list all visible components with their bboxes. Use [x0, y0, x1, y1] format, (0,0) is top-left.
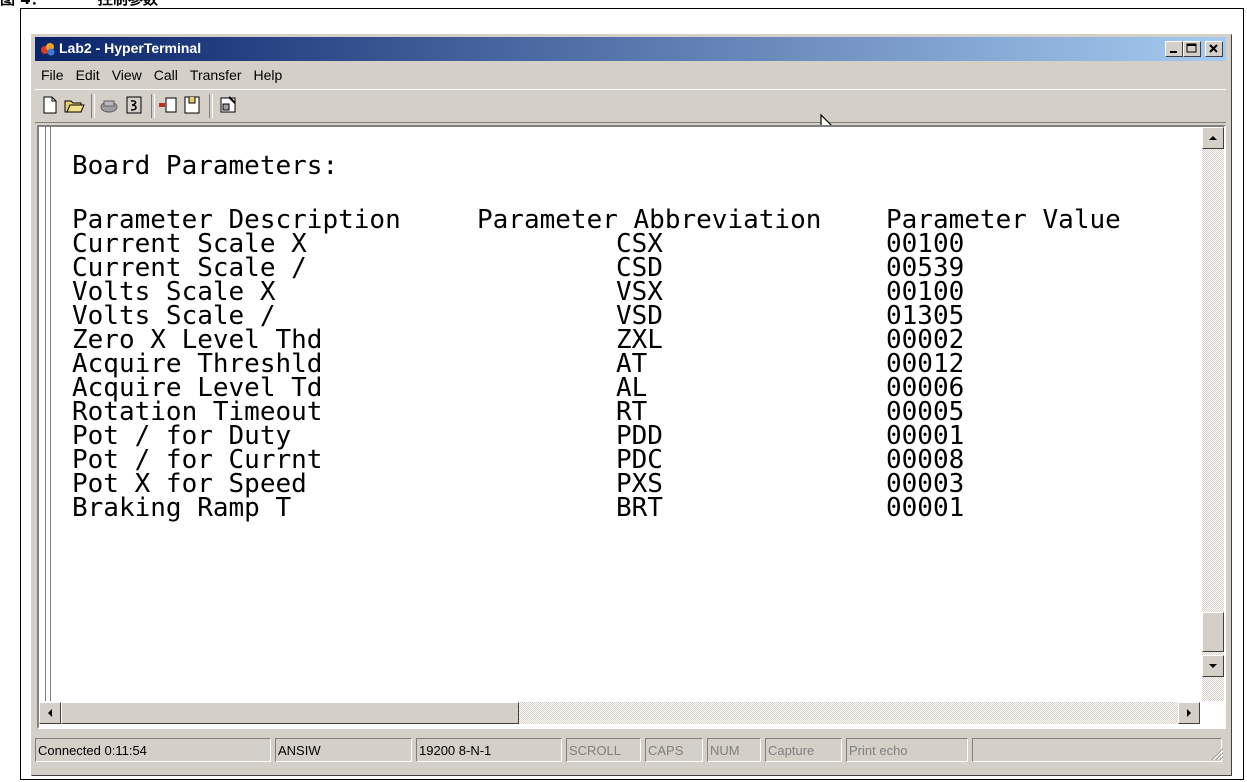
maximize-icon: [1186, 43, 1197, 53]
scroll-up-button[interactable]: [1202, 127, 1224, 149]
status-port-settings: 19200 8-N-1: [416, 738, 562, 762]
arrow-right-icon: [1187, 709, 1191, 717]
terminal-screen[interactable]: Board Parameters: Parameter Description …: [39, 127, 1200, 701]
arrow-left-icon: [48, 709, 52, 717]
menu-bar: File Edit View Call Transfer Help: [35, 65, 1226, 87]
vertical-scrollbar[interactable]: [1202, 127, 1224, 701]
status-scroll: SCROLL: [566, 738, 641, 762]
properties-icon[interactable]: [217, 94, 239, 116]
scroll-down-button[interactable]: [1202, 655, 1224, 677]
close-icon: [1209, 44, 1218, 53]
toolbar: [35, 89, 1226, 123]
close-button[interactable]: [1205, 41, 1223, 57]
toolbar-separator: [209, 94, 213, 118]
scroll-right-button[interactable]: [1178, 702, 1200, 724]
window-title: Lab2 - HyperTerminal: [59, 40, 202, 56]
terminal-gutter: [45, 127, 51, 701]
terminal-heading: Board Parameters:: [72, 151, 339, 181]
vertical-scroll-thumb[interactable]: [1202, 612, 1224, 652]
send-icon[interactable]: [157, 94, 179, 116]
menu-help[interactable]: Help: [248, 65, 289, 83]
param-description: Braking Ramp T: [72, 493, 292, 523]
status-connected-time: Connected 0:11:54: [35, 738, 271, 762]
arrow-down-icon: [1209, 664, 1217, 668]
terminal-client-area: Board Parameters: Parameter Description …: [37, 125, 1226, 729]
new-connection-icon[interactable]: [39, 94, 61, 116]
param-value: 00001: [886, 493, 965, 523]
status-capture: Capture: [765, 738, 842, 762]
receive-icon[interactable]: [182, 94, 204, 116]
menu-file[interactable]: File: [35, 65, 70, 83]
menu-view[interactable]: View: [106, 65, 148, 83]
status-print-echo: Print echo: [846, 738, 968, 762]
param-abbreviation: BRT: [616, 493, 663, 523]
dial-icon[interactable]: [123, 94, 145, 116]
scroll-left-button[interactable]: [39, 702, 61, 724]
minimize-button[interactable]: [1165, 41, 1183, 57]
disconnect-icon[interactable]: [98, 94, 120, 116]
status-emulation: ANSIW: [275, 738, 412, 762]
toolbar-separator: [91, 94, 95, 118]
open-icon[interactable]: [63, 94, 85, 116]
menu-call[interactable]: Call: [148, 65, 184, 83]
status-caps: CAPS: [645, 738, 703, 762]
minimize-icon: [1170, 51, 1177, 53]
horizontal-scroll-thumb[interactable]: [61, 702, 519, 724]
arrow-up-icon: [1209, 136, 1217, 140]
resize-grip-icon[interactable]: [1210, 747, 1224, 761]
status-empty-panel: [972, 738, 1222, 762]
maximize-button[interactable]: [1183, 41, 1201, 57]
hyperterminal-window: Lab2 - HyperTerminal File Edit View Call Tra…: [31, 34, 1232, 776]
status-num: NUM: [707, 738, 761, 762]
status-bar: Connected 0:11:54 ANSIW 19200 8-N-1 SCRO…: [35, 735, 1226, 765]
hyperterminal-app-icon: [41, 43, 55, 56]
menu-transfer[interactable]: Transfer: [184, 65, 248, 83]
toolbar-separator: [151, 94, 155, 118]
title-bar[interactable]: Lab2 - HyperTerminal: [35, 37, 1226, 61]
horizontal-scrollbar[interactable]: [39, 702, 1200, 724]
menu-edit[interactable]: Edit: [70, 65, 106, 83]
